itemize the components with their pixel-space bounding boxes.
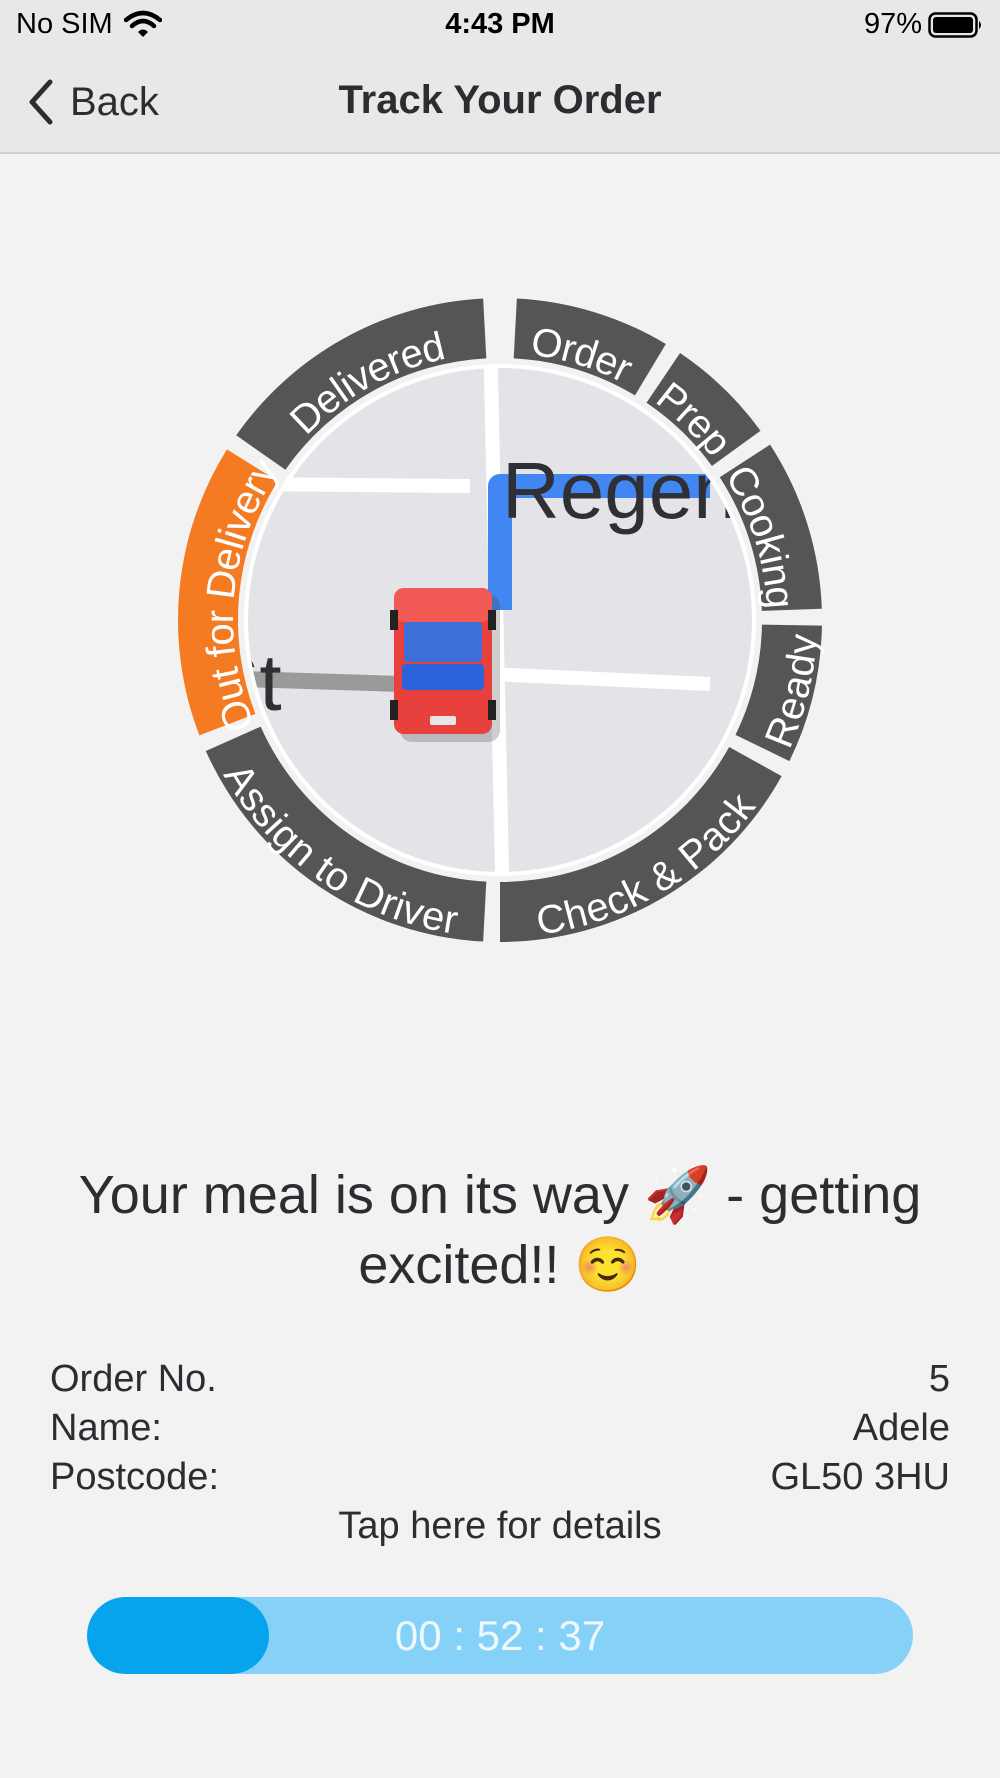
order-details-link[interactable]: Tap here for details [0,1505,1000,1548]
map-street-label: Regen [502,446,738,535]
order-number-row: Order No. 5 [50,1355,950,1404]
status-time: 4:43 PM [445,8,555,40]
postcode-label: Postcode: [50,1456,219,1498]
customer-name-label: Name: [50,1407,162,1449]
postcode-row: Postcode: GL50 3HU [50,1453,950,1502]
delivery-countdown-bar: 00 : 52 : 37 [87,1597,913,1674]
delivery-car-icon [390,588,500,742]
battery-icon [928,12,981,38]
page-title: Track Your Order [338,78,662,122]
countdown-time: 00 : 52 : 37 [394,1612,606,1659]
postcode-value: GL50 3HU [770,1456,950,1498]
navigation-bar: Back Track Your Order [0,52,1000,154]
battery-percentage: 97% [863,8,922,40]
order-progress-wheel: Regen St OrderPrepCookingReadyCheck & Pa… [150,270,850,970]
order-summary: Order No. 5 Name: Adele Postcode: GL50 3… [50,1355,950,1502]
order-number-label: Order No. [50,1358,217,1400]
customer-name-value: Adele [852,1407,950,1449]
map-view: Regen St [248,368,752,872]
status-message: Your meal is on its way 🚀 - getting exci… [78,1165,922,1295]
status-bar: No SIM 4:43 PM 97% [0,0,1000,52]
progress-wheel-graphic: Regen St OrderPrepCookingReadyCheck & Pa… [178,298,825,943]
customer-name-row: Name: Adele [50,1404,950,1453]
order-number-value: 5 [928,1358,950,1400]
